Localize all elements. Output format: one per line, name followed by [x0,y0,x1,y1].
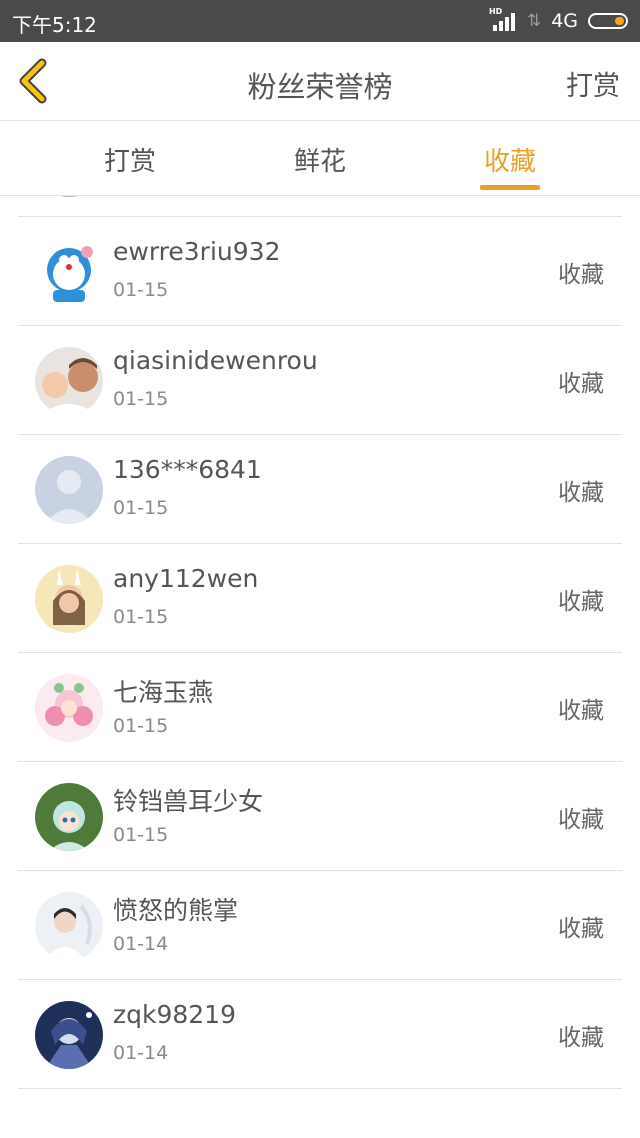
user-date: 01-15 [113,497,169,519]
user-name: any112wen [113,564,259,593]
status-bar: 下午5:12 HD ⇅ 4G [0,0,640,42]
action-label: 收藏 [558,1025,604,1051]
avatar [35,347,103,415]
nav-bar: 粉丝荣誉榜 打赏 [0,42,640,121]
tab-favorites[interactable]: 收藏 [450,141,570,190]
reward-button[interactable]: 打赏 [566,64,620,103]
fan-list[interactable]: 01-15 收藏 ewrre3riu932 01-15 收藏 [0,196,640,1138]
list-item[interactable]: 铃铛兽耳少女 01-15 收藏 [18,762,622,871]
family-photo-avatar-icon [35,347,103,415]
avatar [35,238,103,306]
user-date: 01-15 [113,715,169,737]
active-tab-indicator [480,185,540,190]
data-transfer-icon: ⇅ [526,11,542,31]
user-name: 愤怒的熊掌 [113,896,239,925]
action-label: 收藏 [558,262,604,288]
list-item[interactable]: zqk98219 01-14 收藏 [18,980,622,1089]
list-item[interactable]: ewrre3riu932 01-15 收藏 [18,217,622,326]
action-label: 收藏 [558,589,604,615]
list-item[interactable]: qiasinidewenrou 01-15 收藏 [18,326,622,435]
tab-bar: 打赏 鲜花 收藏 [0,121,640,196]
action-label: 收藏 [558,807,604,833]
blue-anime-avatar-icon [35,1001,103,1069]
user-date: 01-14 [113,1042,169,1064]
user-date: 01-15 [113,279,169,301]
signal-icon: HD [489,7,517,31]
tab-reward[interactable]: 打赏 [70,141,190,178]
green-anime-avatar-icon [35,783,103,851]
avatar [35,783,103,851]
list-item[interactable]: any112wen 01-15 收藏 [18,544,622,653]
avatar [35,674,103,742]
doraemon-avatar-icon [35,238,103,306]
avatar [35,456,103,524]
avatar [35,196,103,197]
user-date: 01-14 [113,933,169,955]
action-label: 收藏 [558,480,604,506]
list-item[interactable]: 愤怒的熊掌 01-14 收藏 [18,871,622,980]
action-label: 收藏 [558,698,604,724]
avatar [35,1001,103,1069]
tab-flowers[interactable]: 鲜花 [260,141,380,178]
pink-anime-avatar-icon [35,674,103,742]
status-time: 下午5:12 [12,13,97,37]
list-item[interactable]: 136***6841 01-15 收藏 [18,435,622,544]
user-name: zqk98219 [113,1000,236,1029]
gray-photo-avatar-icon [35,196,103,197]
status-indicators: HD ⇅ 4G [489,7,628,34]
user-name: qiasinidewenrou [113,346,318,375]
user-name: 铃铛兽耳少女 [113,787,264,816]
list-item[interactable]: 01-15 收藏 [18,196,622,217]
user-name: 136***6841 [113,455,262,484]
user-date: 01-15 [113,606,169,628]
action-label: 收藏 [558,916,604,942]
avatar [35,565,103,633]
page-title: 粉丝荣誉榜 [247,70,393,104]
tab-favorites-label: 收藏 [483,147,536,177]
avatar [35,892,103,960]
user-name: ewrre3riu932 [113,237,281,266]
action-label: 收藏 [558,371,604,397]
battery-icon [588,13,628,29]
user-date: 01-15 [113,824,169,846]
user-name: 七海玉燕 [113,678,214,707]
default-silhouette-avatar-icon [35,456,103,524]
network-type: 4G [551,10,578,32]
man-portrait-avatar-icon [35,892,103,960]
list-item[interactable]: 七海玉燕 01-15 收藏 [18,653,622,762]
girl-bunny-ears-avatar-icon [35,565,103,633]
user-date: 01-15 [113,388,169,410]
